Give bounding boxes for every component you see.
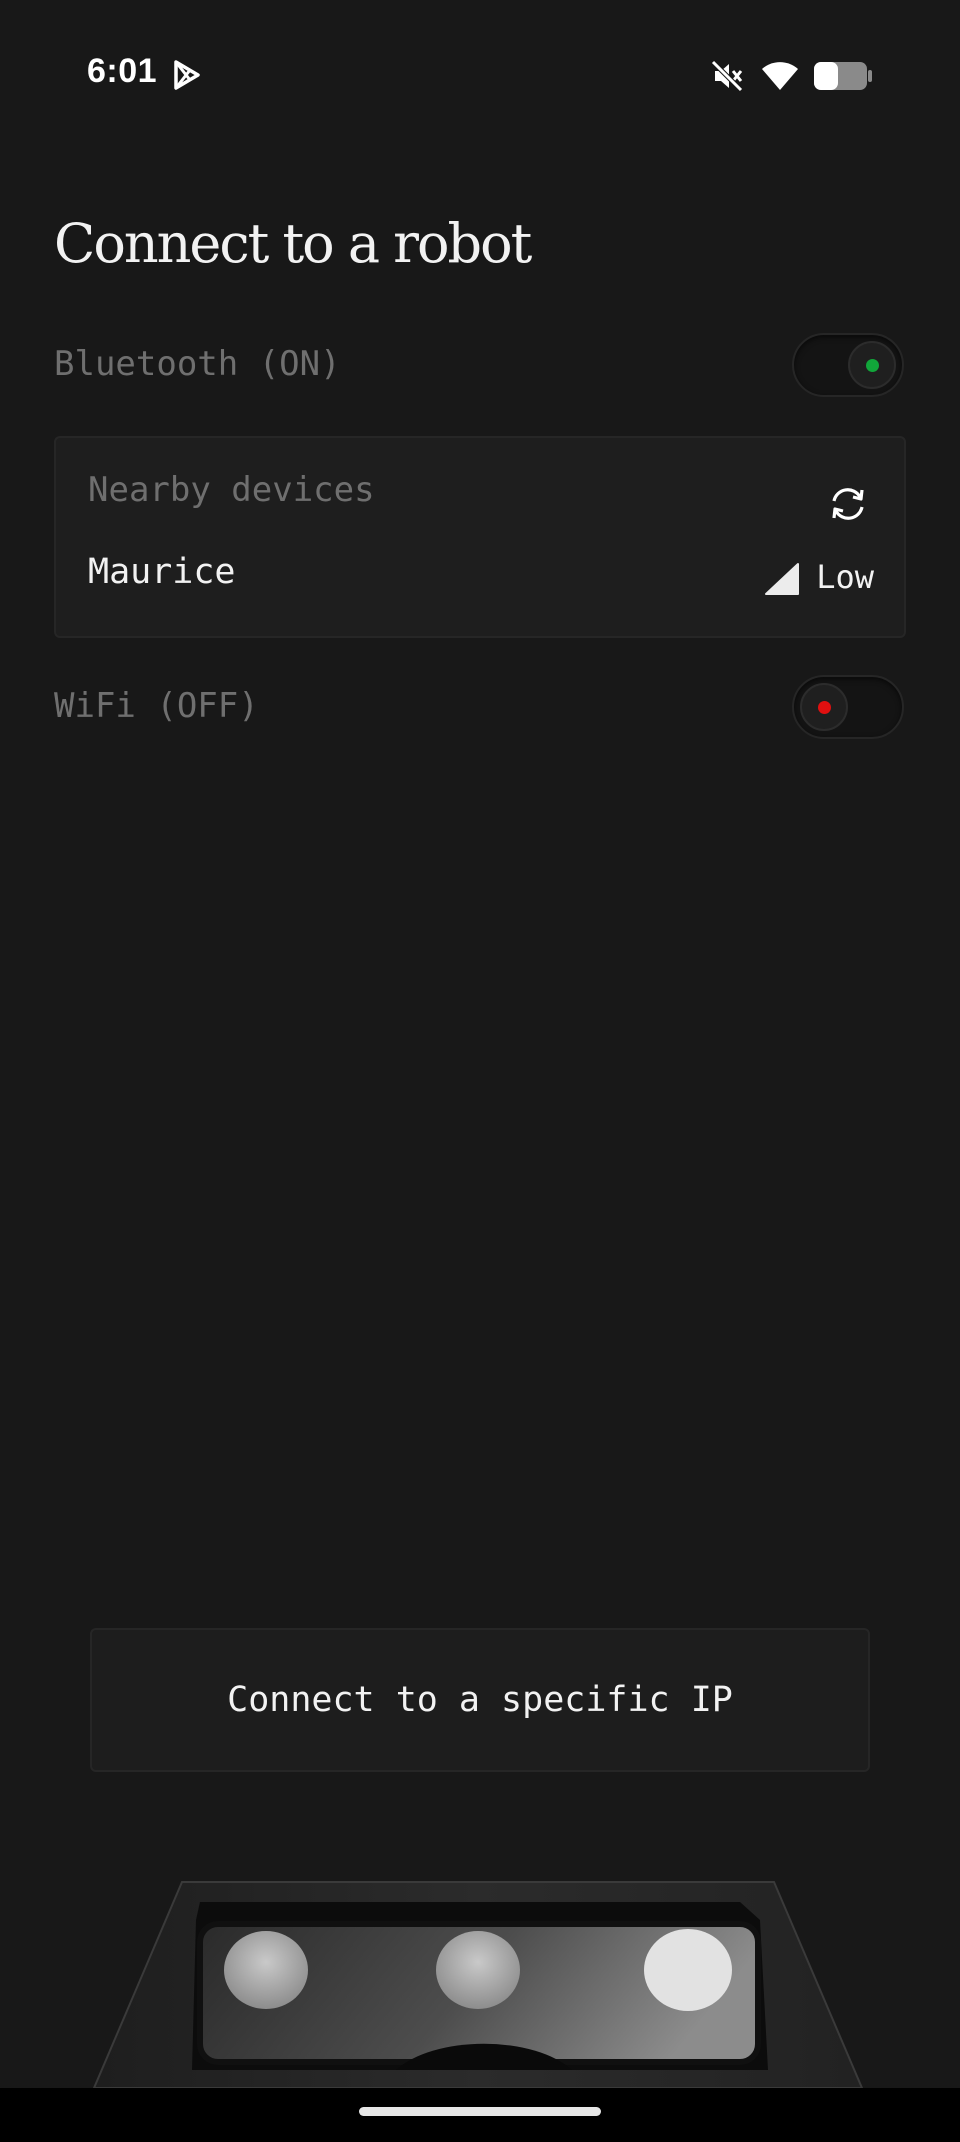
bluetooth-status-dot xyxy=(865,358,879,372)
bluetooth-toggle-knob xyxy=(848,341,896,389)
bluetooth-toggle[interactable] xyxy=(792,333,904,397)
status-bar: 6:01 xyxy=(0,0,960,150)
wifi-icon xyxy=(762,62,798,90)
device-name-maurice[interactable]: Maurice xyxy=(88,552,236,592)
signal-strength-icon xyxy=(765,563,799,595)
play-store-icon xyxy=(174,60,200,90)
wifi-toggle-knob xyxy=(800,683,848,731)
wifi-toggle[interactable] xyxy=(792,675,904,739)
signal-strength-label: Low xyxy=(816,558,874,596)
page-title: Connect to a robot xyxy=(54,212,532,275)
mute-icon xyxy=(711,60,743,92)
wifi-status-dot xyxy=(817,700,831,714)
bluetooth-label: Bluetooth (ON) xyxy=(54,344,341,384)
status-time: 6:01 xyxy=(87,52,158,90)
wifi-label: WiFi (OFF) xyxy=(54,686,259,726)
home-indicator[interactable] xyxy=(359,2107,601,2116)
refresh-icon[interactable] xyxy=(826,484,870,524)
nearby-devices-panel: Nearby devices Maurice Low xyxy=(54,436,906,638)
navigation-bar xyxy=(0,2088,960,2142)
battery-icon xyxy=(814,62,872,90)
connect-ip-button[interactable]: Connect to a specific IP xyxy=(90,1628,870,1772)
robot-head-image xyxy=(92,1881,864,2088)
nearby-devices-title: Nearby devices xyxy=(88,470,375,510)
